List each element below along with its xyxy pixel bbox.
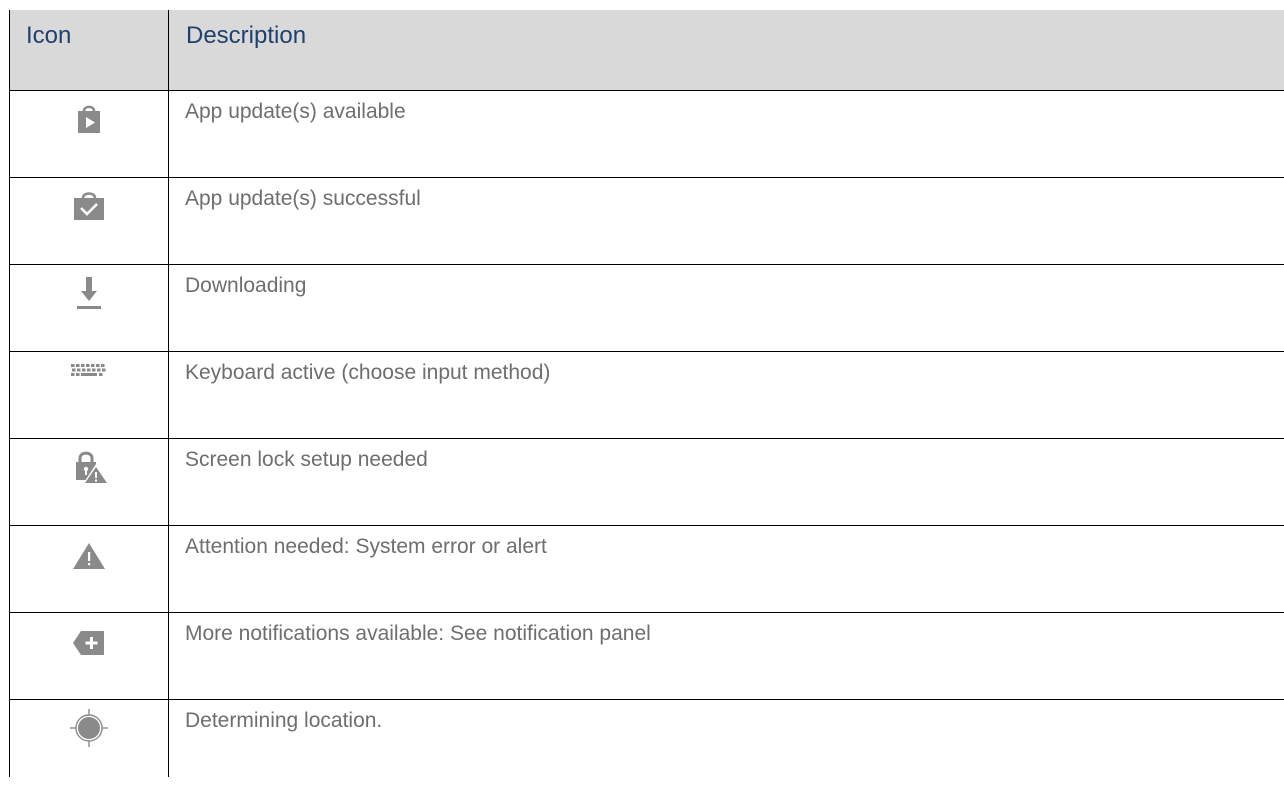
app-update-successful-icon — [69, 186, 109, 226]
app-update-available-icon — [69, 99, 109, 139]
description-cell: More notifications available: See notifi… — [168, 612, 1284, 700]
table-row: Downloading — [9, 264, 1284, 352]
description-text: Downloading — [185, 274, 307, 297]
table-row: Attention needed: System error or alert — [9, 525, 1284, 613]
icon-cell — [9, 351, 169, 439]
description-text: App update(s) available — [185, 100, 406, 123]
more-notifications-icon — [69, 621, 109, 661]
description-column-header: Description — [168, 10, 1284, 91]
icon-cell — [9, 525, 169, 613]
description-text: Attention needed: System error or alert — [185, 535, 547, 558]
icon-cell — [9, 612, 169, 700]
description-cell: Determining location. — [168, 699, 1284, 777]
icon-cell — [9, 438, 169, 526]
table-row: App update(s) available — [9, 90, 1284, 178]
description-cell: Downloading — [168, 264, 1284, 352]
table-row: Determining location. — [9, 699, 1284, 777]
icon-column-header-label: Icon — [26, 22, 72, 49]
description-text: More notifications available: See notifi… — [185, 622, 651, 645]
table-header-row: Icon Description — [9, 10, 1284, 91]
description-column-header-label: Description — [186, 22, 307, 49]
icon-cell — [9, 264, 169, 352]
screen-lock-warning-icon — [69, 447, 109, 487]
icon-column-header: Icon — [9, 10, 169, 91]
icon-cell — [9, 177, 169, 265]
status-icon-table: Icon Description App update(s) available — [9, 10, 1284, 777]
table-row: Screen lock setup needed — [9, 438, 1284, 526]
alert-triangle-icon — [69, 534, 109, 574]
description-text: App update(s) successful — [185, 187, 421, 210]
description-cell: Attention needed: System error or alert — [168, 525, 1284, 613]
location-icon — [69, 708, 109, 748]
description-cell: Keyboard active (choose input method) — [168, 351, 1284, 439]
description-cell: App update(s) available — [168, 90, 1284, 178]
table-row: More notifications available: See notifi… — [9, 612, 1284, 700]
description-text: Keyboard active (choose input method) — [185, 361, 551, 384]
icon-cell — [9, 90, 169, 178]
icon-cell — [9, 699, 169, 777]
description-text: Screen lock setup needed — [185, 448, 428, 471]
description-cell: App update(s) successful — [168, 177, 1284, 265]
table-row: App update(s) successful — [9, 177, 1284, 265]
downloading-icon — [69, 273, 109, 313]
description-text: Determining location. — [185, 709, 383, 732]
keyboard-icon — [69, 360, 109, 400]
table-row: Keyboard active (choose input method) — [9, 351, 1284, 439]
description-cell: Screen lock setup needed — [168, 438, 1284, 526]
